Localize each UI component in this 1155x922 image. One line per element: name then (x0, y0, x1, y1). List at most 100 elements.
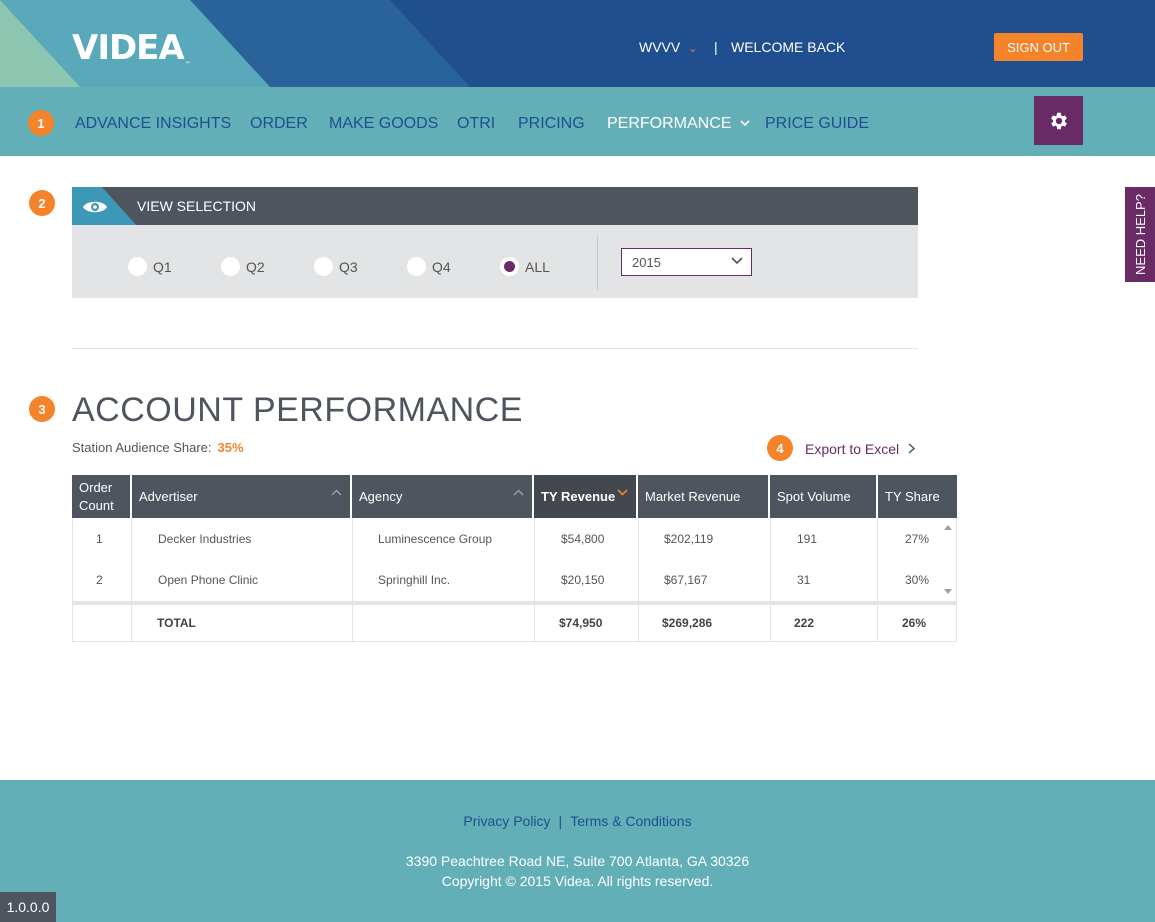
need-help-label: NEED HELP? (1132, 194, 1148, 275)
radio-q4[interactable]: Q4 (407, 257, 451, 276)
footer-address: 3390 Peachtree Road NE, Suite 700 Atlant… (405, 853, 750, 869)
chevron-down-icon (731, 257, 743, 265)
nav-price-guide[interactable]: PRICE GUIDE (765, 115, 869, 133)
audience-share-value: 35% (217, 440, 244, 455)
table-body: 1 Decker Industries Luminescence Group $… (72, 518, 957, 602)
column-label: Advertiser (139, 489, 198, 504)
radio-circle (314, 257, 333, 276)
sign-out-button[interactable]: SIGN OUT (994, 33, 1083, 61)
year-select-value: 2015 (632, 254, 661, 270)
sort-up-icon (513, 489, 524, 496)
nav-otri[interactable]: OTRI (457, 115, 495, 133)
table-total-row: TOTAL $74,950 $269,286 222 26% (72, 605, 957, 642)
column-agency[interactable]: Agency (352, 475, 534, 518)
cell-agency: Springhill Inc. (378, 572, 451, 587)
radio-q1[interactable]: Q1 (128, 257, 172, 276)
need-help-tab[interactable]: NEED HELP? (1125, 187, 1155, 282)
radio-label: Q2 (246, 258, 265, 275)
cell-order-count: 1 (96, 531, 103, 546)
radio-label: Q1 (153, 258, 172, 275)
export-label: Export to Excel (805, 441, 900, 457)
cell-ty-share: 27% (905, 531, 930, 546)
nav-order[interactable]: ORDER (250, 115, 308, 133)
sort-down-icon (617, 489, 628, 496)
nav-advance-insights[interactable]: ADVANCE INSIGHTS (75, 115, 231, 133)
cell-ty-share: 30% (905, 572, 930, 587)
nav-performance[interactable]: PERFORMANCE (607, 115, 750, 133)
table-row[interactable]: 2 Open Phone Clinic Springhill Inc. $20,… (73, 559, 956, 600)
column-ty-revenue[interactable]: TY Revenue (534, 475, 638, 518)
total-label: TOTAL (157, 616, 196, 630)
chevron-right-icon (908, 443, 916, 454)
scroll-up-icon[interactable] (944, 524, 952, 530)
page-title: ACCOUNT PERFORMANCE (72, 391, 523, 429)
step-badge-1: 1 (28, 110, 54, 136)
footer-copyright: Copyright © 2015 Videa. All rights reser… (441, 873, 714, 889)
column-label: TY Revenue (541, 489, 616, 504)
eye-icon (83, 201, 107, 213)
column-order-count[interactable]: Order Count (72, 475, 132, 518)
view-selection-header: VIEW SELECTION (72, 187, 918, 225)
section-divider (72, 348, 918, 349)
step-badge-3: 3 (29, 396, 55, 422)
cell-ty-revenue: $54,800 (561, 531, 605, 546)
table-row[interactable]: 1 Decker Industries Luminescence Group $… (73, 518, 956, 559)
table-header: Order Count Advertiser Agency TY Revenue… (72, 475, 957, 518)
cell-ty-revenue: $20,150 (561, 572, 605, 587)
column-label: Spot Volume (777, 489, 851, 504)
sort-up-icon (331, 489, 342, 496)
terms-conditions-link[interactable]: Terms & Conditions (570, 813, 691, 829)
export-to-excel-link[interactable]: Export to Excel (805, 441, 916, 457)
nav-performance-label: PERFORMANCE (607, 115, 732, 132)
total-ty-revenue: $74,950 (559, 616, 603, 630)
total-ty-share: 26% (902, 616, 927, 630)
column-label: Agency (359, 489, 403, 504)
cell-order-count: 2 (96, 572, 103, 587)
total-spot-volume: 222 (794, 616, 815, 630)
step-badge-2: 2 (29, 190, 55, 216)
column-label: Market Revenue (645, 489, 741, 504)
gear-icon (1050, 112, 1067, 129)
radio-circle-selected (500, 257, 519, 276)
videa-logo[interactable]: VIDEA™ (72, 28, 191, 68)
welcome-text: WELCOME BACK (731, 39, 846, 55)
cell-market-revenue: $67,167 (664, 572, 708, 587)
cell-market-revenue: $202,119 (664, 531, 714, 546)
year-select[interactable]: 2015 (621, 248, 752, 276)
audience-share: Station Audience Share: 35% (72, 440, 244, 455)
audience-share-label: Station Audience Share: (72, 440, 212, 455)
column-advertiser[interactable]: Advertiser (132, 475, 352, 518)
nav-pricing[interactable]: PRICING (518, 115, 585, 133)
view-selection-title: VIEW SELECTION (137, 198, 257, 214)
radio-all[interactable]: ALL (500, 257, 550, 276)
radio-dot (504, 261, 515, 272)
page-footer: Privacy Policy | Terms & Conditions 3390 P… (0, 780, 1155, 922)
nav-make-goods[interactable]: MAKE GOODS (329, 115, 438, 133)
settings-button[interactable] (1034, 96, 1083, 145)
view-selection-panel: VIEW SELECTION Q1 Q2 Q3 Q4 ALL 2015 (72, 187, 918, 298)
privacy-policy-link[interactable]: Privacy Policy (463, 813, 550, 829)
cell-advertiser: Decker Industries (158, 531, 252, 546)
station-selector[interactable]: WVVV ⌄ (639, 39, 697, 55)
radio-q2[interactable]: Q2 (221, 257, 265, 276)
column-ty-share[interactable]: TY Share (878, 475, 957, 518)
radio-label: ALL (525, 258, 550, 275)
table-scrollbar[interactable] (940, 518, 956, 602)
cell-spot-volume: 31 (797, 572, 811, 587)
cell-advertiser: Open Phone Clinic (158, 572, 259, 587)
footer-separator: | (558, 813, 563, 829)
column-label: TY Share (885, 489, 940, 504)
radio-circle (407, 257, 426, 276)
top-header: VIDEA™ WVVV ⌄ | WELCOME BACK SIGN OUT (0, 0, 1155, 87)
scroll-down-icon[interactable] (944, 589, 952, 595)
radio-label: Q4 (432, 258, 451, 275)
radio-q3[interactable]: Q3 (314, 257, 358, 276)
header-separator: | (714, 39, 718, 55)
total-market-revenue: $269,286 (662, 616, 713, 630)
cell-agency: Luminescence Group (378, 531, 493, 546)
radio-circle (221, 257, 240, 276)
column-spot-volume[interactable]: Spot Volume (770, 475, 878, 518)
column-market-revenue[interactable]: Market Revenue (638, 475, 770, 518)
radio-label: Q3 (339, 258, 358, 275)
radio-circle (128, 257, 147, 276)
